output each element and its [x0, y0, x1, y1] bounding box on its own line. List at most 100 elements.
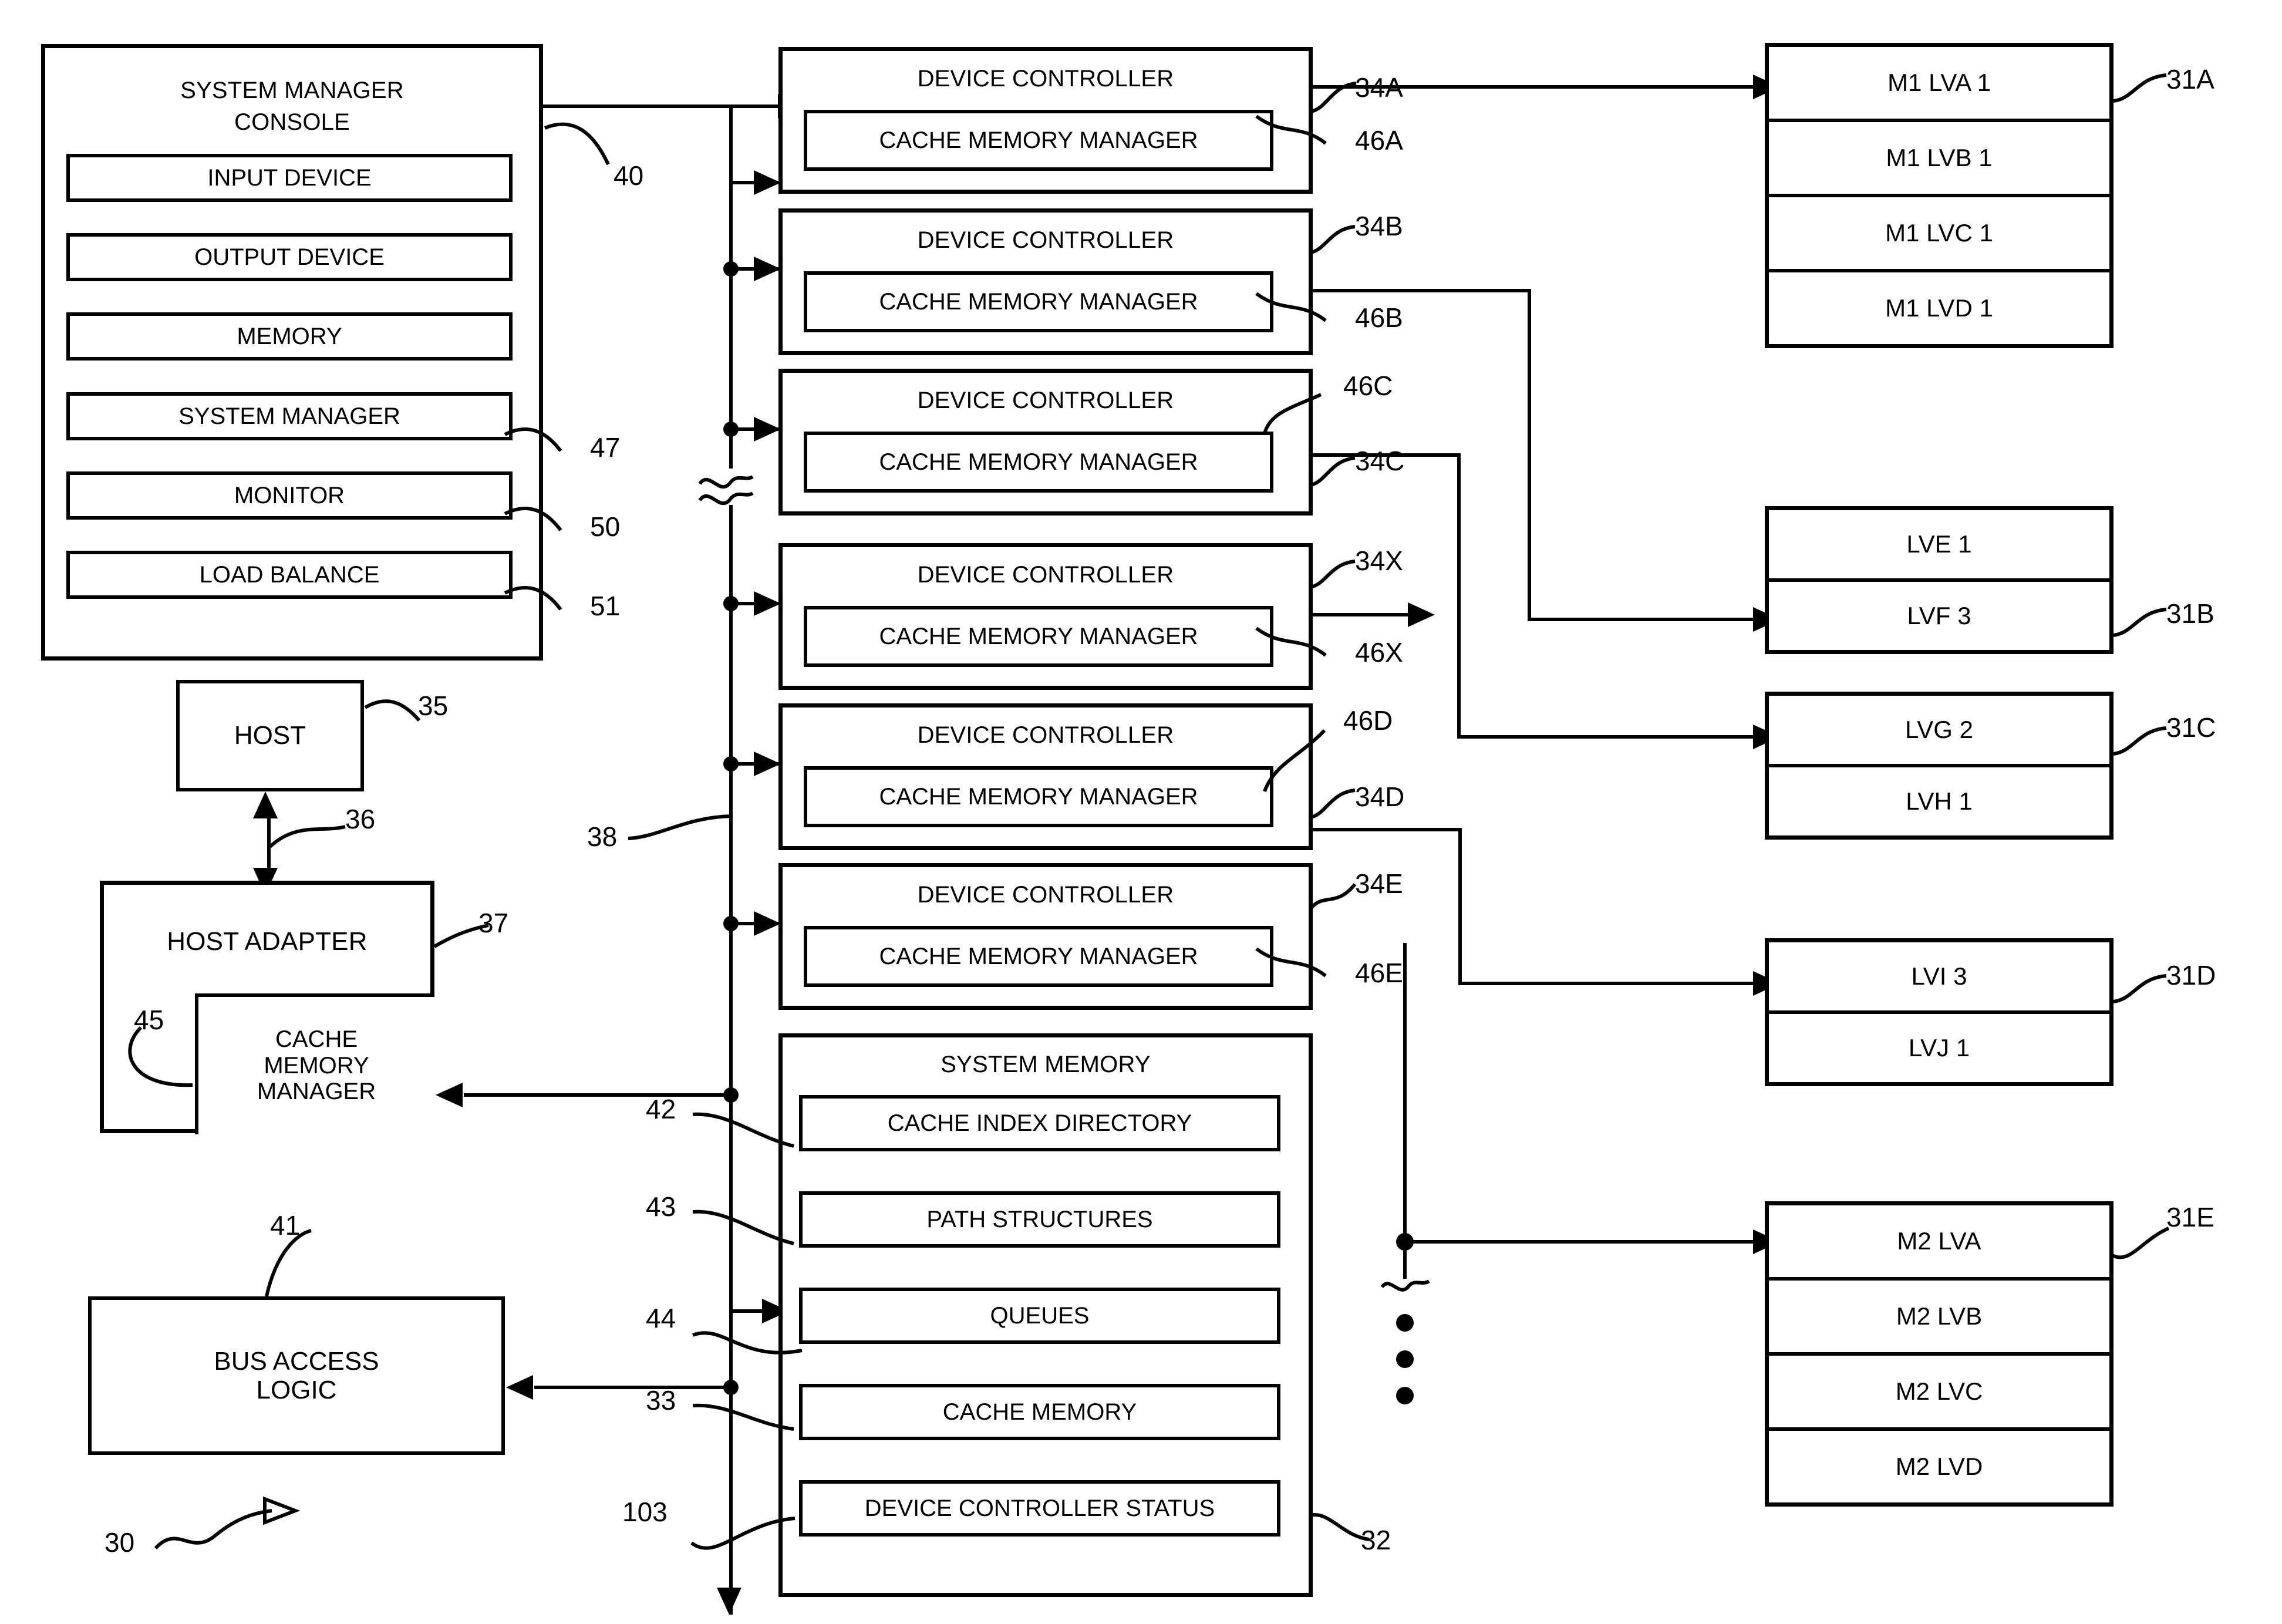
- continuation-dot-2: [1396, 1350, 1414, 1368]
- cmm-label: CACHE MEMORY MANAGER: [879, 288, 1198, 315]
- route-dc3-h1: [1313, 453, 1461, 457]
- console-item-system-manager[interactable]: SYSTEM MANAGER: [66, 392, 514, 442]
- volume-cell[interactable]: LVG 2: [1769, 696, 2109, 767]
- ref-40: 40: [614, 160, 644, 191]
- system-memory-item-queues[interactable]: QUEUES: [799, 1288, 1282, 1346]
- host-adapter-cache-memory-manager[interactable]: CACHE MEMORY MANAGER: [195, 993, 434, 1134]
- system-memory-item-cache-index-directory[interactable]: CACHE INDEX DIRECTORY: [799, 1095, 1282, 1153]
- device-controller-cache-memory-manager[interactable]: CACHE MEMORY MANAGER: [804, 271, 1275, 334]
- bus-junction-host-adapter: [723, 1087, 739, 1103]
- bus-to-bal-line: [534, 1386, 732, 1389]
- volume-label: M1 LVC 1: [1885, 219, 1993, 247]
- console-item-load-balance[interactable]: LOAD BALANCE: [66, 551, 514, 601]
- cmm-label: CACHE MEMORY MANAGER: [879, 623, 1198, 649]
- bus-arrow-dc4: [754, 591, 781, 616]
- ref-31E: 31E: [2166, 1202, 2214, 1232]
- volume-cell[interactable]: LVI 3: [1769, 942, 2109, 1014]
- ref-33: 33: [646, 1385, 676, 1416]
- device-controller-cache-memory-manager[interactable]: CACHE MEMORY MANAGER: [804, 606, 1275, 669]
- bus-to-host-adapter-line: [464, 1093, 729, 1097]
- host-label: HOST: [234, 721, 306, 750]
- volume-cell[interactable]: M2 LVD: [1769, 1431, 2109, 1502]
- route-dc5-h2: [1458, 982, 1765, 985]
- volume-cell[interactable]: LVH 1: [1769, 767, 2109, 835]
- volume-cell[interactable]: M1 LVA 1: [1769, 47, 2109, 122]
- route-dc5-v: [1458, 828, 1462, 985]
- console-item-memory[interactable]: MEMORY: [66, 312, 514, 362]
- route-dc5-h1: [1313, 828, 1462, 831]
- volume-cell[interactable]: M2 LVC: [1769, 1356, 2109, 1431]
- volume-cell[interactable]: LVE 1: [1769, 510, 2109, 582]
- dc4-out-arrow: [1408, 602, 1435, 627]
- volume-label: M2 LVD: [1895, 1453, 1983, 1480]
- ref-103: 103: [622, 1497, 668, 1527]
- volume-cell[interactable]: M1 LVB 1: [1769, 122, 2109, 197]
- device-controller-cache-memory-manager[interactable]: CACHE MEMORY MANAGER: [804, 766, 1275, 829]
- main-bus-lower: [729, 505, 733, 1615]
- volume-label: M1 LVD 1: [1885, 294, 1993, 322]
- ref-31A: 31A: [2166, 64, 2214, 95]
- ref-31B: 31B: [2166, 598, 2214, 629]
- bus-stub-dc1: [729, 105, 733, 181]
- console-item-output-device[interactable]: OUTPUT DEVICE: [66, 233, 514, 283]
- bus-break-symbol: [698, 475, 754, 505]
- ref-31D: 31D: [2166, 960, 2216, 990]
- route-dc3-h2: [1457, 735, 1765, 739]
- volume-group-31D: LVI 3 LVJ 1: [1765, 938, 2116, 1089]
- ref-34E: 34E: [1355, 868, 1403, 899]
- system-memory-item-device-controller-status[interactable]: DEVICE CONTROLLER STATUS: [799, 1480, 1282, 1538]
- console-item-input-device[interactable]: INPUT DEVICE: [66, 154, 514, 204]
- cmm-line1: CACHE: [275, 1026, 358, 1052]
- system-memory-box: SYSTEM MEMORY CACHE INDEX DIRECTORY PATH…: [778, 1033, 1314, 1599]
- bus-access-logic-line2: LOGIC: [256, 1376, 337, 1404]
- bus-junction-bal: [723, 1380, 739, 1395]
- dc4-out-line: [1313, 613, 1418, 616]
- volume-cell[interactable]: M1 LVD 1: [1769, 272, 2109, 344]
- volume-label: LVJ 1: [1908, 1034, 1970, 1062]
- system-memory-item-path-structures[interactable]: PATH STRUCTURES: [799, 1191, 1282, 1249]
- console-item-label: MONITOR: [234, 482, 345, 508]
- device-controller-cache-memory-manager[interactable]: CACHE MEMORY MANAGER: [804, 432, 1275, 494]
- device-controller-1: DEVICE CONTROLLER CACHE MEMORY MANAGER: [778, 47, 1314, 196]
- device-controller-title: DEVICE CONTROLLER: [917, 66, 1174, 92]
- ref-46E: 46E: [1355, 958, 1403, 988]
- volume-group-31C: LVG 2 LVH 1: [1765, 692, 2116, 842]
- device-controller-cache-memory-manager[interactable]: CACHE MEMORY MANAGER: [804, 110, 1275, 173]
- leader-38: [628, 814, 732, 840]
- console-title-line1: SYSTEM MANAGER: [180, 78, 404, 103]
- volume-label: M1 LVB 1: [1886, 144, 1993, 171]
- bus-access-logic-box: BUS ACCESS LOGIC: [88, 1296, 507, 1457]
- device-controller-3: DEVICE CONTROLLER CACHE MEMORY MANAGER: [778, 369, 1314, 517]
- bus-access-logic-line1: BUS ACCESS: [214, 1346, 379, 1376]
- route-dc2-h2: [1528, 618, 1765, 621]
- cmm-label: CACHE MEMORY MANAGER: [879, 449, 1198, 475]
- ref-51: 51: [590, 591, 621, 621]
- device-controller-cache-memory-manager[interactable]: CACHE MEMORY MANAGER: [804, 926, 1275, 989]
- host-box: HOST: [176, 680, 366, 794]
- volume-label: M2 LVB: [1896, 1302, 1983, 1330]
- ref-30: 30: [105, 1527, 135, 1558]
- console-item-label: LOAD BALANCE: [199, 561, 380, 588]
- cmm-line2: MEMORY: [264, 1052, 369, 1079]
- ref-31C: 31C: [2166, 712, 2216, 743]
- volume-label: M2 LVA: [1897, 1227, 1981, 1255]
- ref-34X: 34X: [1355, 545, 1403, 576]
- volume-cell[interactable]: LVF 3: [1769, 582, 2109, 650]
- route-dc6-break-symbol: [1380, 1279, 1430, 1292]
- console-item-monitor[interactable]: MONITOR: [66, 471, 514, 521]
- ref-50: 50: [590, 511, 621, 542]
- route-dc6-v-tail: [1403, 1240, 1407, 1279]
- volume-cell[interactable]: LVJ 1: [1769, 1014, 2109, 1082]
- device-controller-4: DEVICE CONTROLLER CACHE MEMORY MANAGER: [778, 543, 1314, 692]
- continuation-dot-3: [1396, 1387, 1414, 1404]
- console-bus-line: [543, 105, 778, 108]
- volume-cell[interactable]: M2 LVB: [1769, 1281, 2109, 1356]
- main-bus-end-arrow: [717, 1588, 741, 1615]
- volume-cell[interactable]: M2 LVA: [1769, 1205, 2109, 1281]
- ref-37: 37: [478, 908, 509, 938]
- system-memory-item-cache-memory[interactable]: CACHE MEMORY: [799, 1384, 1282, 1442]
- volume-label: LVE 1: [1906, 530, 1972, 558]
- volume-cell[interactable]: M1 LVC 1: [1769, 197, 2109, 272]
- device-controller-6: DEVICE CONTROLLER CACHE MEMORY MANAGER: [778, 863, 1314, 1012]
- bus-to-bal-arrow: [506, 1375, 533, 1400]
